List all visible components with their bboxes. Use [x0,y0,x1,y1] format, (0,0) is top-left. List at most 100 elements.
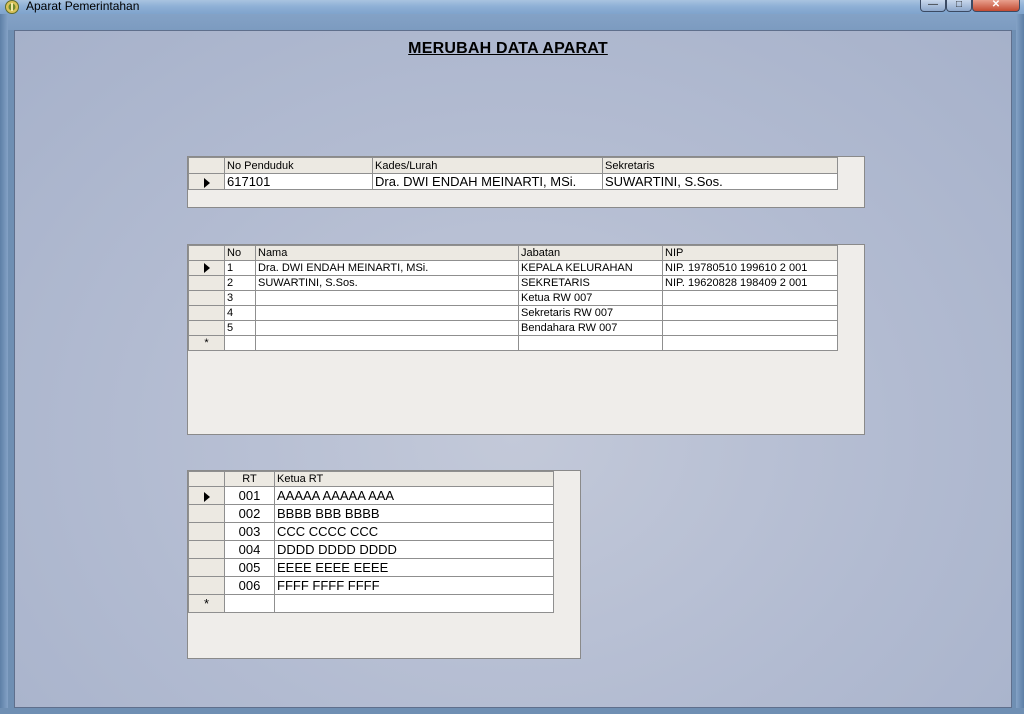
row-selector[interactable] [188,173,225,190]
row-selector[interactable] [188,260,225,276]
table-row[interactable]: 617101 Dra. DWI ENDAH MEINARTI, MSi. SUW… [188,173,838,190]
table-cell[interactable] [274,594,554,613]
arrow-right-icon [203,491,210,502]
table-row[interactable]: 002 BBBB BBB BBBB [188,504,554,523]
row-selector-header[interactable] [188,471,225,487]
row-selector[interactable] [188,558,225,577]
table-cell[interactable]: Dra. DWI ENDAH MEINARTI, MSi. [372,173,603,190]
grid-header-row: RT Ketua RT [188,471,554,487]
table-cell[interactable] [255,335,519,351]
maximize-button[interactable]: □ [946,0,972,12]
table-row[interactable]: 2 SUWARTINI, S.Sos. SEKRETARIS NIP. 1962… [188,275,838,291]
table-cell[interactable] [518,335,663,351]
table-cell[interactable] [224,594,275,613]
row-selector[interactable] [188,486,225,505]
table-cell[interactable]: 5 [224,320,256,336]
window-frame-right [1016,14,1024,714]
table-cell[interactable] [662,305,838,321]
row-selector[interactable] [188,305,225,321]
table-cell[interactable]: 004 [224,540,275,559]
table-row[interactable]: 005 EEEE EEEE EEEE [188,558,554,577]
title-bar[interactable]: Aparat Pemerintahan — □ ✕ [0,0,1024,14]
table-cell[interactable] [662,320,838,336]
table-row[interactable]: 4 Sekretaris RW 007 [188,305,838,321]
row-selector-header[interactable] [188,245,225,261]
app-icon [5,0,19,14]
new-row-asterisk-icon[interactable]: * [188,335,225,351]
new-row-asterisk-icon[interactable]: * [188,594,225,613]
table-row[interactable]: 5 Bendahara RW 007 [188,320,838,336]
row-selector[interactable] [188,540,225,559]
table-cell[interactable] [662,290,838,306]
table-row[interactable]: 006 FFFF FFFF FFFF [188,576,554,595]
new-row[interactable]: * [188,335,838,351]
grid-header-row: No Penduduk Kades/Lurah Sekretaris [188,157,838,174]
kelurahan-grid[interactable]: No Penduduk Kades/Lurah Sekretaris 61710… [187,156,865,208]
table-cell[interactable]: 4 [224,305,256,321]
table-cell[interactable]: EEEE EEEE EEEE [274,558,554,577]
row-selector[interactable] [188,320,225,336]
table-cell[interactable]: FFFF FFFF FFFF [274,576,554,595]
table-cell[interactable]: 003 [224,522,275,541]
table-cell[interactable]: SUWARTINI, S.Sos. [602,173,838,190]
table-cell[interactable]: SEKRETARIS [518,275,663,291]
column-header[interactable]: Nama [255,245,519,261]
table-row[interactable]: 1 Dra. DWI ENDAH MEINARTI, MSi. KEPALA K… [188,260,838,276]
window-frame-top [0,14,1024,30]
new-row[interactable]: * [188,594,554,613]
column-header[interactable]: Ketua RT [274,471,554,487]
row-selector-header[interactable] [188,157,225,174]
table-cell[interactable]: Dra. DWI ENDAH MEINARTI, MSi. [255,260,519,276]
window-frame-left [0,14,8,714]
table-cell[interactable]: NIP. 19620828 198409 2 001 [662,275,838,291]
row-selector[interactable] [188,522,225,541]
table-cell[interactable]: BBBB BBB BBBB [274,504,554,523]
table-cell[interactable]: 2 [224,275,256,291]
column-header[interactable]: NIP [662,245,838,261]
row-selector[interactable] [188,504,225,523]
table-cell[interactable]: NIP. 19780510 199610 2 001 [662,260,838,276]
close-button[interactable]: ✕ [972,0,1020,12]
column-header[interactable]: No [224,245,256,261]
table-cell[interactable] [662,335,838,351]
table-row[interactable]: 3 Ketua RW 007 [188,290,838,306]
column-header[interactable]: Jabatan [518,245,663,261]
row-selector[interactable] [188,576,225,595]
column-header[interactable]: Sekretaris [602,157,838,174]
table-cell[interactable]: 005 [224,558,275,577]
table-cell[interactable]: CCC CCCC CCC [274,522,554,541]
column-header[interactable]: No Penduduk [224,157,373,174]
page-title: MERUBAH DATA APARAT [408,40,608,57]
minimize-button[interactable]: — [920,0,946,12]
grid-header-row: No Nama Jabatan NIP [188,245,838,261]
table-cell[interactable]: 006 [224,576,275,595]
table-cell[interactable]: 617101 [224,173,373,190]
row-selector[interactable] [188,290,225,306]
table-cell[interactable] [255,305,519,321]
column-header[interactable]: Kades/Lurah [372,157,603,174]
table-cell[interactable]: 001 [224,486,275,505]
aparat-grid[interactable]: No Nama Jabatan NIP 1 Dra. DWI ENDAH MEI… [187,244,865,435]
table-cell[interactable]: AAAAA AAAAA AAA [274,486,554,505]
column-header[interactable]: RT [224,471,275,487]
rt-grid[interactable]: RT Ketua RT 001 AAAAA AAAAA AAA 002 BBBB… [187,470,581,659]
table-row[interactable]: 003 CCC CCCC CCC [188,522,554,541]
table-cell[interactable] [224,335,256,351]
table-row[interactable]: 001 AAAAA AAAAA AAA [188,486,554,505]
table-cell[interactable]: Ketua RW 007 [518,290,663,306]
arrow-right-icon [203,177,210,188]
table-cell[interactable]: Sekretaris RW 007 [518,305,663,321]
table-cell[interactable]: 1 [224,260,256,276]
table-cell[interactable]: 3 [224,290,256,306]
table-cell[interactable] [255,290,519,306]
table-cell[interactable]: KEPALA KELURAHAN [518,260,663,276]
table-cell[interactable]: DDDD DDDD DDDD [274,540,554,559]
table-cell[interactable]: SUWARTINI, S.Sos. [255,275,519,291]
table-cell[interactable] [255,320,519,336]
window-title: Aparat Pemerintahan [26,0,140,13]
row-selector[interactable] [188,275,225,291]
table-cell[interactable]: Bendahara RW 007 [518,320,663,336]
table-row[interactable]: 004 DDDD DDDD DDDD [188,540,554,559]
table-cell[interactable]: 002 [224,504,275,523]
window-frame-bottom [0,708,1024,714]
